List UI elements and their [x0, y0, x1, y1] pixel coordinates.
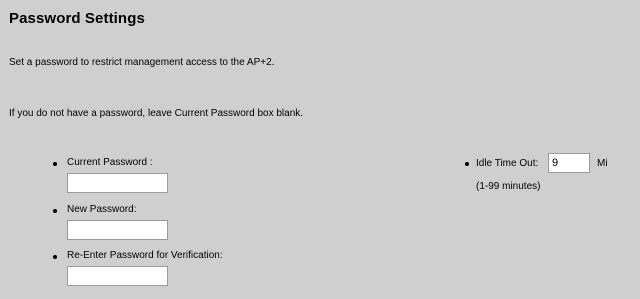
idle-timeout-label: Idle Time Out:: [476, 158, 539, 169]
bullet-icon: [53, 162, 57, 166]
intro-text: Set a password to restrict management ac…: [9, 57, 275, 68]
current-password-input[interactable]: [67, 173, 168, 193]
bullet-icon: [53, 209, 57, 213]
note-text: If you do not have a password, leave Cur…: [9, 108, 304, 119]
bullet-icon: [53, 255, 57, 259]
verify-password-label: Re-Enter Password for Verification:: [67, 250, 223, 261]
idle-timeout-range: (1-99 minutes): [476, 181, 541, 192]
new-password-label: New Password:: [67, 204, 137, 215]
current-password-label: Current Password :: [67, 157, 153, 168]
page-title: Password Settings: [9, 10, 145, 27]
new-password-input[interactable]: [67, 220, 168, 240]
idle-timeout-unit: Mi: [597, 158, 608, 169]
bullet-icon: [465, 162, 469, 166]
idle-timeout-input[interactable]: [548, 153, 590, 173]
verify-password-input[interactable]: [67, 266, 168, 286]
